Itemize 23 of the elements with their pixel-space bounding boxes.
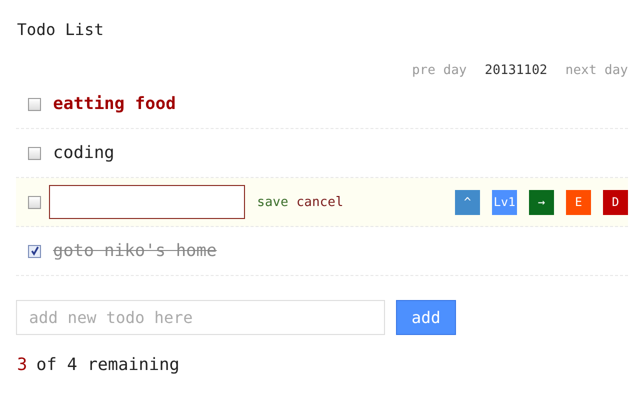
- prev-day-link[interactable]: pre day: [412, 62, 467, 78]
- todo-checkbox[interactable]: [28, 196, 41, 208]
- action-button[interactable]: Lv1: [492, 190, 517, 214]
- action-button[interactable]: D: [603, 190, 628, 214]
- next-day-link[interactable]: next day: [565, 62, 628, 78]
- action-button[interactable]: →: [529, 190, 554, 214]
- current-date: 20131102: [484, 62, 548, 78]
- action-button[interactable]: E: [566, 190, 591, 214]
- cancel-link[interactable]: cancel: [296, 194, 344, 210]
- add-button[interactable]: add: [396, 300, 456, 335]
- todo-checkbox[interactable]: [28, 244, 41, 258]
- edit-field[interactable]: [49, 185, 245, 219]
- page-title: Todo List: [17, 19, 105, 41]
- remaining-text: of 4 remaining: [36, 355, 180, 375]
- action-button[interactable]: ^: [455, 190, 480, 214]
- remaining-count: 3: [17, 355, 28, 375]
- new-todo-field[interactable]: add new todo here: [16, 300, 385, 335]
- save-link[interactable]: save: [257, 194, 288, 210]
- todo-text: goto niko's home: [53, 241, 217, 261]
- todo-checkbox[interactable]: [28, 98, 41, 110]
- todo-checkbox[interactable]: [28, 146, 41, 160]
- todo-text: eatting food: [53, 94, 176, 114]
- todo-text: coding: [53, 143, 114, 163]
